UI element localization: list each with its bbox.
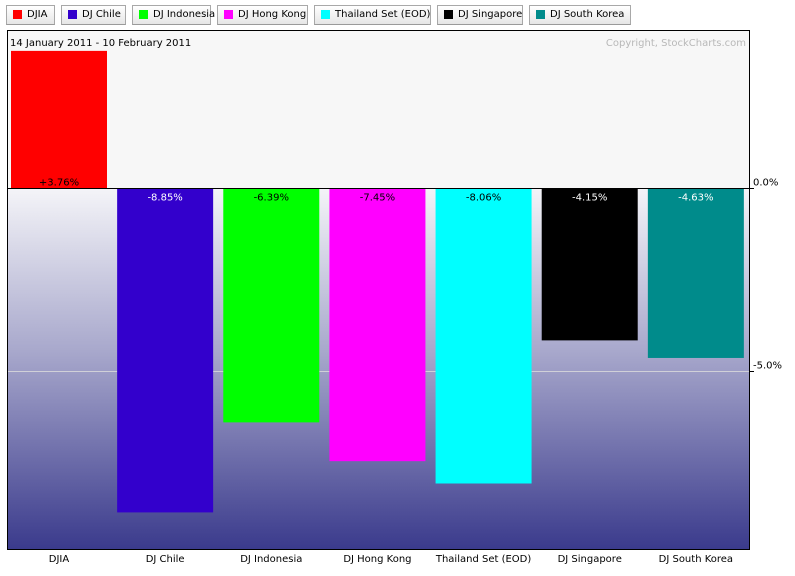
x-tick-label: DJ South Korea [659, 554, 733, 565]
bar-value-label: -8.85% [147, 193, 182, 204]
plot-background-upper [7, 30, 750, 189]
y-tick-label: 0.0% [753, 178, 778, 189]
bar [329, 188, 426, 462]
y-tick-label: -5.0% [753, 361, 782, 372]
x-tick-label: Thailand Set (EOD) [435, 554, 532, 565]
bar-chart: +3.76% DJIA -8.85% DJ Chile -6.39% DJ Indones… [7, 30, 782, 565]
bar-value-label: +3.76% [39, 178, 79, 189]
bar-value-label: -6.39% [254, 193, 289, 204]
bar-value-label: -7.45% [360, 193, 395, 204]
x-tick-label: DJ Singapore [558, 554, 622, 565]
bar [435, 188, 532, 484]
bar [117, 188, 214, 513]
date-range-label: 14 January 2011 - 10 February 2011 [10, 38, 191, 49]
bar [647, 188, 744, 358]
x-tick-label: DJ Indonesia [240, 554, 302, 565]
bar-value-label: -4.63% [678, 193, 713, 204]
copyright-label: Copyright, StockCharts.com [606, 38, 746, 49]
bar [11, 50, 107, 189]
bar [541, 188, 638, 341]
bar-value-label: -8.06% [466, 193, 501, 204]
bar [223, 188, 320, 423]
x-tick-label: DJ Hong Kong [343, 554, 411, 565]
bar-value-label: -4.15% [572, 193, 607, 204]
x-tick-label: DJ Chile [146, 554, 185, 565]
x-tick-label: DJIA [49, 554, 70, 565]
